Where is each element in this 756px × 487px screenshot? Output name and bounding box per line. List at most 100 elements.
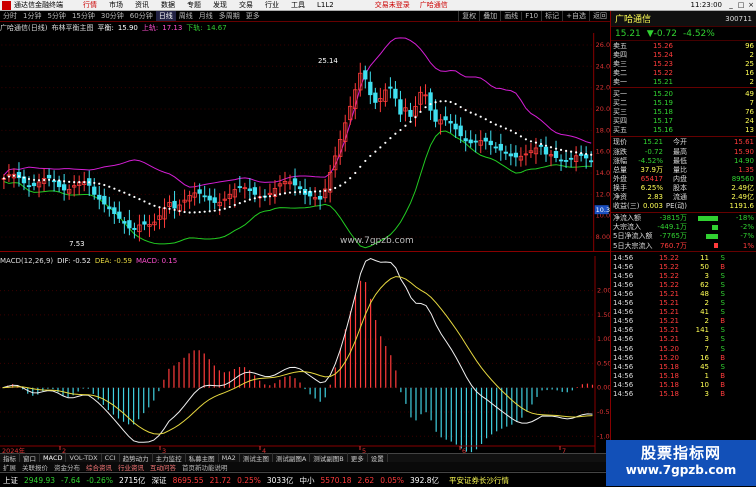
bid-volume: 24 (745, 117, 754, 126)
mid-band-dot (88, 181, 91, 184)
stock-alert[interactable]: 广哈通信 (415, 0, 453, 10)
period-tab[interactable]: 1分钟 (20, 11, 44, 21)
candle-body (563, 160, 569, 162)
candle-body (97, 194, 102, 200)
tick-price: 15.22 (658, 271, 679, 280)
ext-tab[interactable]: 综合资讯 (83, 462, 115, 472)
menu-item[interactable]: 资讯 (129, 0, 155, 10)
menu-item[interactable]: 行情 (77, 0, 103, 10)
kline-chart[interactable]: 26.00 24.00 22.00 20.00 18.00 16.00 14.00 12.00… (0, 33, 610, 252)
toolbar-button[interactable]: 画线 (500, 11, 521, 21)
index-name[interactable]: 中小 (296, 475, 317, 486)
tick-price: 15.22 (658, 262, 679, 271)
tick-direction: S (720, 335, 725, 344)
mid-band-dot (449, 100, 452, 104)
candle-body (252, 187, 258, 195)
index-amount: 392.8亿 (410, 475, 440, 485)
toolbar-button[interactable]: 复权 (458, 11, 479, 21)
mid-band-dot (569, 150, 573, 153)
ext-tab[interactable]: 资金分布 (51, 462, 83, 472)
tick-direction: B (720, 317, 725, 326)
menu-item[interactable]: 市场 (103, 0, 129, 10)
mid-band-dot (133, 195, 136, 199)
menu-item[interactable]: 工具 (285, 0, 311, 10)
period-tab[interactable]: 更多 (243, 11, 263, 21)
toolbar-button[interactable]: 叠加 (479, 11, 500, 21)
toolbar-button[interactable]: 返回 (589, 11, 610, 21)
mid-band-dot (324, 189, 327, 192)
toolbar-button[interactable]: 标记 (541, 11, 562, 21)
tick-volume: 141 (695, 326, 709, 335)
candle-body (558, 159, 564, 162)
period-tab[interactable]: 周线 (176, 11, 196, 21)
mid-band-dot (539, 142, 543, 146)
mid-band-dot (494, 123, 497, 126)
low-price-label: 7.53 (69, 240, 84, 248)
minimize-button[interactable]: _ (726, 1, 736, 9)
ext-tab[interactable]: 互动问答 (147, 462, 179, 472)
mid-band-dot (58, 179, 61, 182)
maximize-button[interactable]: □ (736, 1, 746, 9)
ext-tab[interactable]: 行业资讯 (115, 462, 147, 472)
fund-flows: 净流入额 -3815万 -18% 大宗流入 -449.1万 -2% 5日净流入额 -7765万… (611, 214, 756, 250)
index-price: 2949.93 (24, 475, 56, 485)
index-name[interactable]: 上证 (0, 475, 21, 486)
toolbar-button[interactable]: F10 (521, 12, 541, 20)
period-tab-active[interactable]: 日线 (155, 11, 176, 21)
menu-item[interactable]: 发现 (207, 0, 233, 10)
close-button[interactable]: × (746, 1, 756, 9)
period-tab[interactable]: 15分钟 (69, 11, 98, 21)
period-tab[interactable]: 60分钟 (127, 11, 156, 21)
tick-price: 15.21 (658, 317, 679, 326)
macd-chart[interactable]: 2.001.501.000.500.00-0.50-1.00 2024年2345… (0, 256, 610, 470)
quote-summary: 15.21 ▼-0.72 -4.52% (611, 27, 756, 41)
quote-stats: 现价 15.21 今开 15.61 涨跌 -0.72 最高 15.90 涨幅 -4.52% 最低 14… (611, 138, 756, 211)
mid-band-dot (379, 146, 382, 149)
index-name[interactable]: 深证 (149, 475, 170, 486)
index-amount: 2715亿 (118, 475, 146, 485)
period-tab[interactable]: 5分钟 (44, 11, 68, 21)
indicator-name[interactable]: 布林平衡主图 (51, 23, 93, 33)
period-tab[interactable]: 多周期 (216, 11, 243, 21)
stock-period-label: 广哈通信(日线) (0, 24, 48, 32)
flow-percent: -7% (740, 232, 754, 241)
candle-body (568, 157, 574, 160)
menu-item[interactable]: 交易 (233, 0, 259, 10)
ask-row[interactable]: 卖一 15.21 2 (611, 77, 756, 86)
ext-tab[interactable]: 关联报价 (19, 462, 51, 472)
candle-body (197, 189, 202, 194)
mid-band-dot (384, 141, 387, 144)
index-percent: 0.25% (237, 475, 261, 485)
menu-item[interactable]: 行业 (259, 0, 285, 10)
menu-item[interactable]: 数据 (155, 0, 181, 10)
menu-item[interactable]: 专题 (181, 0, 207, 10)
current-price-label: 10.34 (596, 206, 610, 214)
mid-band-dot (459, 105, 462, 109)
tick-time: 14:56 (613, 253, 634, 262)
ext-tab[interactable]: 扩展 (0, 462, 19, 472)
candle-body (102, 195, 107, 205)
candle-body (443, 116, 448, 121)
ext-tab[interactable]: 首页新功能说明 (179, 462, 231, 472)
mid-band-dot (354, 171, 357, 175)
mid-band-dot (585, 152, 588, 156)
bid-row[interactable]: 买五 15.16 13 (611, 126, 756, 135)
period-tab[interactable]: 分时 (0, 11, 20, 21)
stat-value: 2.83 (647, 193, 663, 202)
tick-volume: 3 (704, 271, 709, 280)
extension-tabs: 扩展 关联报价 资金分布 综合资讯 行业资讯 互动问答 首页新功能说明 (0, 462, 610, 472)
tick-price: 15.21 (658, 326, 679, 335)
menu-item[interactable]: L1L2 (311, 1, 340, 9)
period-tab[interactable]: 30分钟 (98, 11, 127, 21)
trade-login-status[interactable]: 交易未登录 (370, 0, 415, 10)
tick-time: 14:56 (613, 353, 634, 362)
period-tab[interactable]: 月线 (196, 11, 216, 21)
stock-name[interactable]: 广哈通信 (615, 12, 651, 25)
candle-body (388, 86, 393, 89)
stat-value: 15.21 (642, 138, 663, 147)
mid-band-dot (188, 211, 191, 214)
flow-bar-fill (706, 233, 718, 239)
tick-time: 14:56 (613, 289, 634, 298)
flow-percent: 1% (742, 241, 754, 250)
toolbar-button[interactable]: +自选 (562, 11, 589, 21)
